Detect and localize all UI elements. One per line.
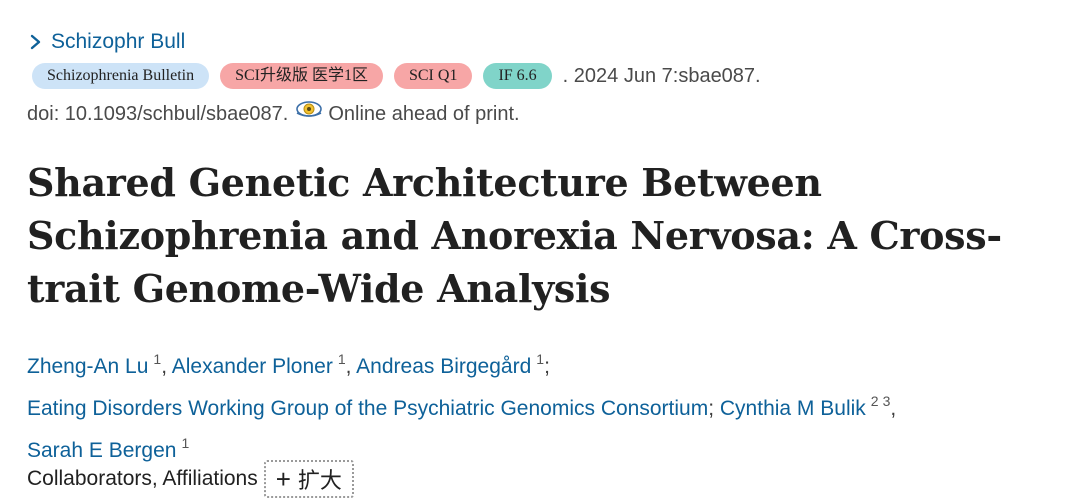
author-separator: , — [161, 355, 172, 378]
author-separator: , — [890, 397, 897, 420]
author-link[interactable]: Sarah E Bergen — [27, 439, 176, 462]
collaborators-label[interactable]: Collaborators, Affiliations — [27, 467, 258, 491]
author-separator: , — [345, 355, 357, 378]
doi-text: doi: 10.1093/schbul/sbae087. — [27, 102, 289, 125]
author-link[interactable]: Andreas Birgegård — [356, 355, 531, 378]
eye-icon — [296, 101, 323, 117]
consortium-link[interactable]: Eating Disorders Working Group of the Ps… — [27, 397, 708, 420]
chevron-right-icon — [30, 34, 41, 50]
doi-line: doi: 10.1093/schbul/sbae087. Online ahea… — [27, 100, 520, 128]
affiliation-ref[interactable]: 1 — [338, 351, 346, 367]
affiliation-ref[interactable]: 2 — [871, 393, 879, 409]
expand-label: 扩大 — [297, 468, 342, 493]
journal-name-badge[interactable]: Schizophrenia Bulletin — [32, 63, 210, 89]
journal-link[interactable]: Schizophr Bull — [27, 27, 185, 57]
sci-quartile-badge[interactable]: SCI Q1 — [393, 63, 473, 89]
journal-abbrev: Schizophr Bull — [51, 30, 186, 53]
publication-date: . 2024 Jun 7:sbae087. — [562, 64, 761, 87]
impact-factor-badge[interactable]: IF 6.6 — [483, 63, 552, 89]
status-text: Online ahead of print. — [328, 102, 520, 125]
plus-icon: + — [275, 464, 291, 494]
affiliation-ref[interactable]: 1 — [536, 351, 544, 367]
collaborators-row: Collaborators, Affiliations + 扩大 — [27, 460, 354, 498]
author-link[interactable]: Alexander Ploner — [172, 355, 333, 378]
author-list: Zheng-An Lu 1, Alexander Ploner 1, Andreas… — [27, 342, 1067, 468]
expand-button[interactable]: + 扩大 — [263, 460, 354, 498]
sci-rank-badge[interactable]: SCI升级版 医学1区 — [220, 63, 383, 89]
author-link[interactable]: Cynthia M Bulik — [720, 397, 866, 420]
article-title: Shared Genetic Architecture Between Schi… — [27, 160, 1002, 311]
author-separator: ; — [544, 355, 550, 378]
citation-line: Schizophrenia Bulletin SCI升级版 医学1区 SCI Q… — [32, 62, 761, 90]
author-link[interactable]: Zheng-An Lu — [27, 355, 148, 378]
affiliation-ref[interactable]: 1 — [181, 435, 189, 451]
author-separator: ; — [708, 397, 720, 420]
